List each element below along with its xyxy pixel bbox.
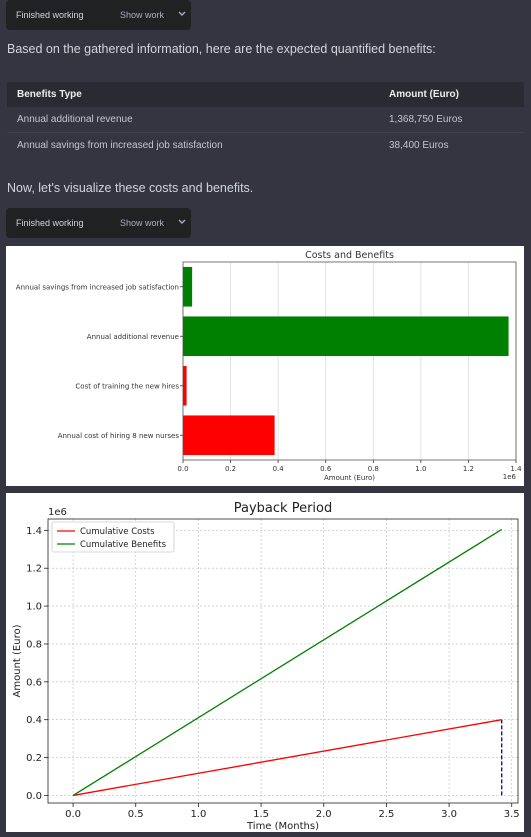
header-benefits-type: Benefits Type [17, 89, 82, 100]
costs-benefits-svg: 0.0 0.2 0.4 0.6 0.8 1.0 1.2 1.4 Annual savings f… [16, 250, 522, 482]
x-tick-label: 0.4 [273, 465, 285, 473]
legend: Cumulative Costs Cumulative Benefits [51, 521, 175, 553]
x-tick-label: 0.5 [128, 809, 144, 820]
x-axis-label: Time (Months) [246, 821, 319, 832]
category-label: Annual additional revenue [87, 333, 179, 341]
bar [183, 266, 193, 307]
x-axis-label: Amount (Euro) [324, 474, 375, 482]
table-header: Benefits Type Amount (Euro) [7, 82, 524, 107]
legend-label: Cumulative Benefits [80, 540, 167, 550]
status-label: Finished working [16, 10, 84, 20]
x-tick-label: 0.0 [65, 809, 81, 820]
chart-title: Payback Period [234, 501, 332, 516]
benefits-table: Benefits Type Amount (Euro) Annual addit… [7, 82, 524, 158]
chevron-down-icon[interactable] [177, 10, 187, 18]
y-tick-label: 1.4 [26, 526, 42, 537]
bar [183, 365, 187, 406]
x-tick-label: 1.0 [190, 809, 206, 820]
plot-frame [47, 518, 519, 804]
y-tick-label: 0.8 [26, 639, 42, 650]
payback-period-chart: 0.0 0.5 1.0 1.5 2.0 2.5 3.0 3.5 0.0 0.2 0.4 0.6 0.8 1… [6, 493, 524, 832]
intro-text: Based on the gathered information, here … [7, 42, 436, 56]
x-tick-label: 1.0 [415, 465, 426, 473]
table-row: Annual additional revenue 1,368,750 Euro… [7, 107, 524, 133]
visualize-text: Now, let's visualize these costs and ben… [7, 181, 254, 195]
finished-working-toggle-2[interactable]: Finished working Show work [6, 208, 191, 238]
x-tick-label: 1.4 [510, 465, 522, 473]
legend-label: Cumulative Costs [80, 527, 155, 537]
category-label: Annual cost of hiring 8 new nurses [58, 432, 180, 440]
show-work-link[interactable]: Show work [120, 10, 164, 20]
x-tick-label: 3.5 [504, 809, 520, 820]
bar [183, 316, 509, 357]
y-tick-label: 0.0 [26, 791, 42, 802]
costs-benefits-chart: 0.0 0.2 0.4 0.6 0.8 1.0 1.2 1.4 Annual savings f… [6, 246, 524, 486]
header-amount: Amount (Euro) [389, 89, 459, 100]
y-tick-label: 0.2 [26, 753, 42, 764]
status-label: Finished working [16, 218, 84, 228]
x-tick-label: 2.5 [378, 809, 394, 820]
y-tick-label: 0.4 [26, 715, 42, 726]
x-tick-label: 1.2 [463, 465, 474, 473]
y-tick-label: 1.2 [26, 564, 42, 575]
category-label: Cost of training the new hires [75, 382, 179, 390]
x-tick-label: 3.0 [441, 809, 457, 820]
x-tick-label: 0.6 [320, 465, 332, 473]
table-cell: Annual savings from increased job satisf… [17, 140, 223, 151]
x-tick-label: 0.8 [368, 465, 379, 473]
y-tick-label: 0.6 [26, 677, 42, 688]
finished-working-toggle[interactable]: Finished working Show work [6, 0, 191, 30]
chevron-down-icon[interactable] [177, 218, 187, 226]
y-axis-label: Amount (Euro) [12, 624, 23, 697]
x-tick-label: 2.0 [316, 809, 332, 820]
x-tick-label: 0.2 [225, 465, 236, 473]
table-cell: 1,368,750 Euros [389, 114, 463, 125]
payback-period-svg: 0.0 0.5 1.0 1.5 2.0 2.5 3.0 3.5 0.0 0.2 0.4 0.6 0.8 1… [12, 501, 520, 832]
series-line [72, 528, 503, 796]
chart-title: Costs and Benefits [305, 250, 394, 261]
table-cell: 38,400 Euros [389, 140, 449, 151]
x-scale-label: 1e6 [503, 473, 517, 481]
x-tick-label: 1.5 [253, 809, 269, 820]
table-row: Annual savings from increased job satisf… [7, 133, 524, 158]
show-work-link[interactable]: Show work [120, 218, 164, 228]
y-scale-label: 1e6 [48, 507, 67, 518]
table-cell: Annual additional revenue [17, 114, 133, 125]
x-tick-label: 0.0 [177, 465, 188, 473]
category-label: Annual savings from increased job satisf… [16, 283, 179, 291]
bar [183, 415, 275, 456]
y-tick-label: 1.0 [26, 602, 42, 613]
